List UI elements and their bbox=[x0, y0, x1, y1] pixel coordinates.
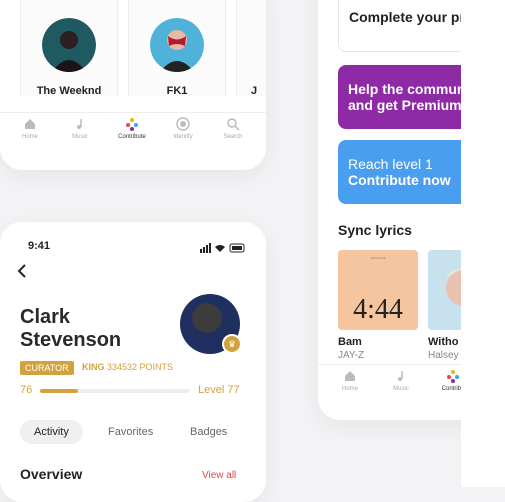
identify-icon bbox=[176, 117, 190, 131]
contribute-icon bbox=[126, 118, 138, 131]
tab-label: Search bbox=[223, 134, 243, 140]
tab-label: Music bbox=[72, 134, 88, 140]
last-name: Stevenson bbox=[20, 329, 122, 351]
tab-music[interactable]: Music bbox=[376, 369, 426, 392]
profile-screen: 9:41 Clark Stevenson ♛ CURATOR KING 3345… bbox=[0, 222, 266, 502]
artist-tile-the-weeknd[interactable]: The Weeknd bbox=[20, 0, 118, 97]
rank-points: 334532 POINTS bbox=[107, 362, 174, 372]
level-progress-fill bbox=[40, 389, 78, 393]
contribute-icon bbox=[447, 370, 459, 383]
tab-badges[interactable]: Badges bbox=[176, 420, 241, 444]
tab-label: Home bbox=[341, 386, 358, 392]
tab-activity[interactable]: Activity bbox=[20, 420, 83, 444]
artists-screen: The Weeknd FK1 J Home Music Contribute I… bbox=[0, 0, 266, 170]
first-name: Clark bbox=[20, 306, 71, 328]
tab-label: Home bbox=[21, 134, 38, 140]
tab-label: Music bbox=[393, 386, 409, 392]
chevron-left-icon bbox=[17, 264, 26, 278]
song-title: Bam bbox=[338, 336, 362, 348]
view-all-link[interactable]: View all bbox=[202, 470, 236, 481]
next-level: Level 77 bbox=[198, 384, 240, 396]
song-title: Witho bbox=[428, 336, 459, 348]
tab-music[interactable]: Music bbox=[55, 117, 105, 140]
signal-wifi-battery-icon bbox=[200, 243, 245, 253]
cover-text: 4:44 bbox=[353, 294, 403, 325]
tab-favorites[interactable]: Favorites bbox=[94, 420, 167, 444]
tab-contribute[interactable]: Contribute bbox=[107, 117, 157, 140]
section-title: Sync lyrics bbox=[338, 222, 412, 238]
avatar bbox=[150, 18, 204, 72]
tab-label: Contribute bbox=[118, 134, 146, 140]
music-note-icon bbox=[398, 371, 403, 381]
current-level: 76 bbox=[20, 384, 33, 396]
artist-name: The Weeknd bbox=[36, 85, 102, 97]
tab-identify[interactable]: Identify bbox=[158, 117, 208, 140]
home-icon bbox=[25, 119, 35, 129]
album-cover-4-44[interactable]: JAY-Z 4:44 4:44 bbox=[338, 250, 418, 330]
status-time: 9:41 bbox=[28, 240, 51, 252]
status-icons bbox=[200, 240, 246, 258]
artist-tile-j[interactable]: J bbox=[236, 0, 266, 97]
tab-label: Identify bbox=[173, 134, 193, 140]
artist-tile-fk1[interactable]: FK1 bbox=[128, 0, 226, 97]
tab-bar: Home Music Contribute Identify Search bbox=[0, 112, 266, 147]
overview-heading: Overview bbox=[20, 466, 83, 482]
tab-home[interactable]: Home bbox=[5, 117, 55, 140]
song-artist: JAY-Z bbox=[338, 350, 365, 361]
home-icon bbox=[345, 371, 355, 381]
curator-badge: CURATOR bbox=[20, 361, 74, 375]
crown-icon: ♛ bbox=[222, 334, 242, 354]
artist-name: FK1 bbox=[166, 85, 188, 97]
artist-name: J bbox=[251, 85, 258, 97]
rank-title: KING bbox=[82, 362, 105, 372]
song-artist: Halsey bbox=[428, 350, 459, 361]
background-panel bbox=[461, 0, 505, 487]
search-icon bbox=[227, 118, 240, 131]
rank-info: KING 334532 POINTS bbox=[82, 362, 173, 372]
tab-search[interactable]: Search bbox=[208, 117, 258, 140]
level-progress-bar bbox=[40, 389, 190, 393]
back-button[interactable] bbox=[16, 264, 28, 283]
tab-home[interactable]: Home bbox=[325, 369, 375, 392]
music-note-icon bbox=[77, 119, 82, 129]
profile-name: Clark Stevenson bbox=[20, 306, 121, 352]
avatar bbox=[42, 18, 96, 72]
